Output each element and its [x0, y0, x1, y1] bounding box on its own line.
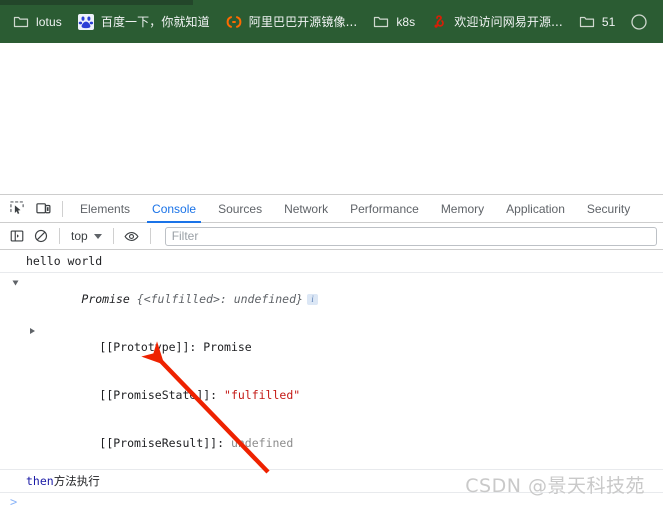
execution-context-select[interactable]: top [66, 226, 107, 246]
bookmark-item-baidu[interactable]: 百度一下，你就知道 [71, 9, 217, 35]
watermark: CSDN @景天科技苑 [465, 475, 645, 497]
property-key: [[Prototype]]: [99, 340, 204, 354]
console-sidebar-icon[interactable] [5, 225, 29, 247]
bookmark-item-lotus[interactable]: lotus [6, 9, 69, 35]
console-toolbar: top [0, 223, 663, 250]
netease-favicon [431, 14, 447, 30]
bookmark-label: k8s [396, 14, 416, 29]
live-expression-eye-icon[interactable] [120, 225, 144, 247]
bookmark-item-k8s[interactable]: k8s [366, 9, 422, 35]
object-property-row[interactable]: [[PromiseState]]: "fulfilled" [26, 371, 663, 419]
console-message-log[interactable]: hello world [0, 250, 663, 273]
devtools-panel: Elements Console Sources Network Perform… [0, 194, 663, 511]
page-viewport [0, 43, 663, 194]
property-key: [[PromiseState]]: [99, 388, 225, 402]
object-header[interactable]: Promise {<fulfilled>: undefined} i [12, 275, 663, 323]
property-value: "fulfilled" [224, 388, 301, 402]
property-value: Promise [203, 340, 252, 354]
device-toolbar-icon[interactable] [30, 197, 56, 221]
bookmark-item-51[interactable]: 51 [572, 9, 623, 35]
tab-application[interactable]: Application [495, 196, 576, 222]
folder-icon [373, 14, 389, 30]
info-badge-icon[interactable]: i [306, 294, 318, 305]
tab-strip-stub [0, 0, 193, 5]
console-message-text: hello world [26, 254, 103, 268]
property-key: [[PromiseResult]]: [99, 436, 231, 450]
bookmark-item-overflow[interactable] [624, 9, 648, 35]
partial-favicon [631, 13, 648, 30]
disclosure-triangle-icon[interactable] [12, 280, 19, 286]
bookmark-bar: lotus 百度一下，你就知道 阿里巴巴开源镜像... k8s 欢迎访问网易开源… [0, 0, 663, 43]
toolbar-divider [62, 200, 63, 217]
inspect-element-icon[interactable] [4, 197, 30, 221]
bookmark-label: 51 [601, 14, 616, 29]
console-toolbar-divider-3 [149, 228, 151, 244]
object-property-row[interactable]: [[PromiseResult]]: undefined [26, 419, 663, 467]
tab-security[interactable]: Security [576, 196, 641, 222]
alibaba-favicon [226, 14, 242, 30]
tab-console[interactable]: Console [141, 196, 207, 223]
chevron-down-icon [93, 233, 102, 239]
baidu-favicon [77, 13, 94, 30]
folder-icon [13, 14, 29, 30]
console-filter-input[interactable] [164, 226, 657, 246]
console-message-object[interactable]: Promise {<fulfilled>: undefined} i [[Prot… [0, 273, 663, 470]
tab-sources[interactable]: Sources [207, 196, 273, 222]
console-toolbar-divider [59, 228, 60, 244]
clear-console-icon[interactable] [29, 225, 53, 247]
object-property-row[interactable]: [[Prototype]]: Promise [26, 323, 663, 371]
tab-network[interactable]: Network [273, 196, 339, 222]
folder-icon [579, 14, 595, 30]
property-value: undefined [230, 436, 294, 450]
console-message-keyword: then [26, 474, 54, 488]
tab-performance[interactable]: Performance [339, 196, 430, 222]
tab-memory[interactable]: Memory [430, 196, 495, 222]
devtools-tab-bar: Elements Console Sources Network Perform… [0, 195, 663, 223]
tab-elements[interactable]: Elements [69, 196, 141, 222]
bookmark-item-alibaba-mirror[interactable]: 阿里巴巴开源镜像... [219, 9, 365, 35]
bookmark-label: lotus [36, 14, 62, 29]
bookmark-label: 阿里巴巴开源镜像... [248, 15, 358, 29]
object-constructor-name: Promise [81, 292, 130, 306]
execution-context-value: top [71, 229, 88, 243]
object-preview: {<fulfilled>: undefined} [129, 292, 303, 306]
bookmark-item-netease[interactable]: 欢迎访问网易开源... [424, 9, 570, 35]
console-toolbar-divider-2 [112, 228, 114, 244]
disclosure-triangle-icon[interactable] [30, 328, 35, 334]
bookmark-label: 欢迎访问网易开源... [454, 15, 563, 29]
bookmark-label: 百度一下，你就知道 [100, 15, 210, 29]
console-message-text: 方法执行 [53, 474, 100, 488]
